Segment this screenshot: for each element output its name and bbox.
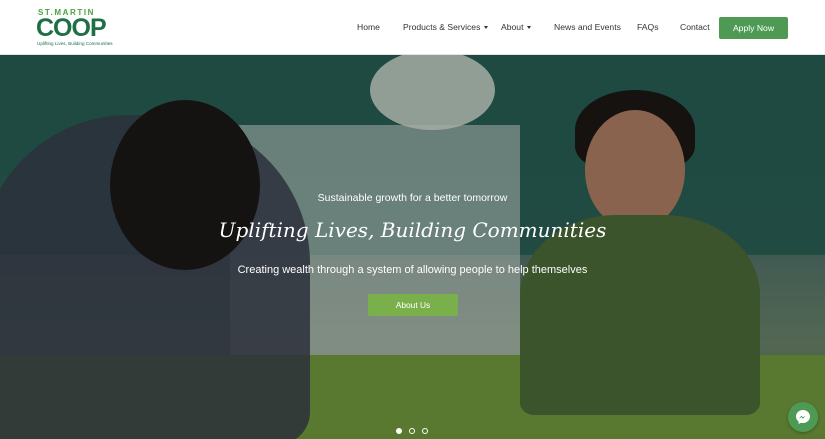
hero-headline: Uplifting Lives, Building Communities	[218, 218, 607, 242]
hero-slider	[0, 55, 825, 439]
slider-pagination	[396, 428, 428, 434]
hero-overlay	[0, 55, 825, 439]
nav-about-label: About	[501, 22, 524, 32]
about-us-button[interactable]: About Us	[368, 294, 458, 316]
slider-dot-1[interactable]	[396, 428, 402, 434]
hero-tagline: Sustainable growth for a better tomorrow	[317, 192, 508, 204]
nav-news[interactable]: News and Events	[554, 22, 621, 32]
site-header: ST.MARTIN COOP Uplifting Lives, Building…	[0, 0, 825, 55]
apply-now-button[interactable]: Apply Now	[719, 17, 788, 39]
nav-contact[interactable]: Contact	[680, 22, 710, 32]
nav-products-label: Products & Services	[403, 22, 481, 32]
nav-products[interactable]: Products & Services	[403, 22, 489, 32]
messenger-chat-button[interactable]	[788, 402, 818, 432]
logo[interactable]: ST.MARTIN COOP Uplifting Lives, Building…	[36, 8, 113, 50]
logo-main-text: COOP	[36, 14, 107, 42]
nav-faqs[interactable]: FAQs	[637, 22, 659, 32]
nav-home[interactable]: Home	[357, 22, 380, 32]
slider-dot-2[interactable]	[409, 428, 415, 434]
chevron-down-icon	[484, 26, 489, 30]
logo-tagline: Uplifting Lives, Building Communities	[37, 41, 113, 46]
hero-subline: Creating wealth through a system of allo…	[237, 264, 588, 276]
slider-dot-3[interactable]	[422, 428, 428, 434]
chevron-down-icon	[527, 26, 532, 30]
nav-about[interactable]: About	[501, 22, 532, 32]
messenger-icon	[796, 410, 810, 424]
